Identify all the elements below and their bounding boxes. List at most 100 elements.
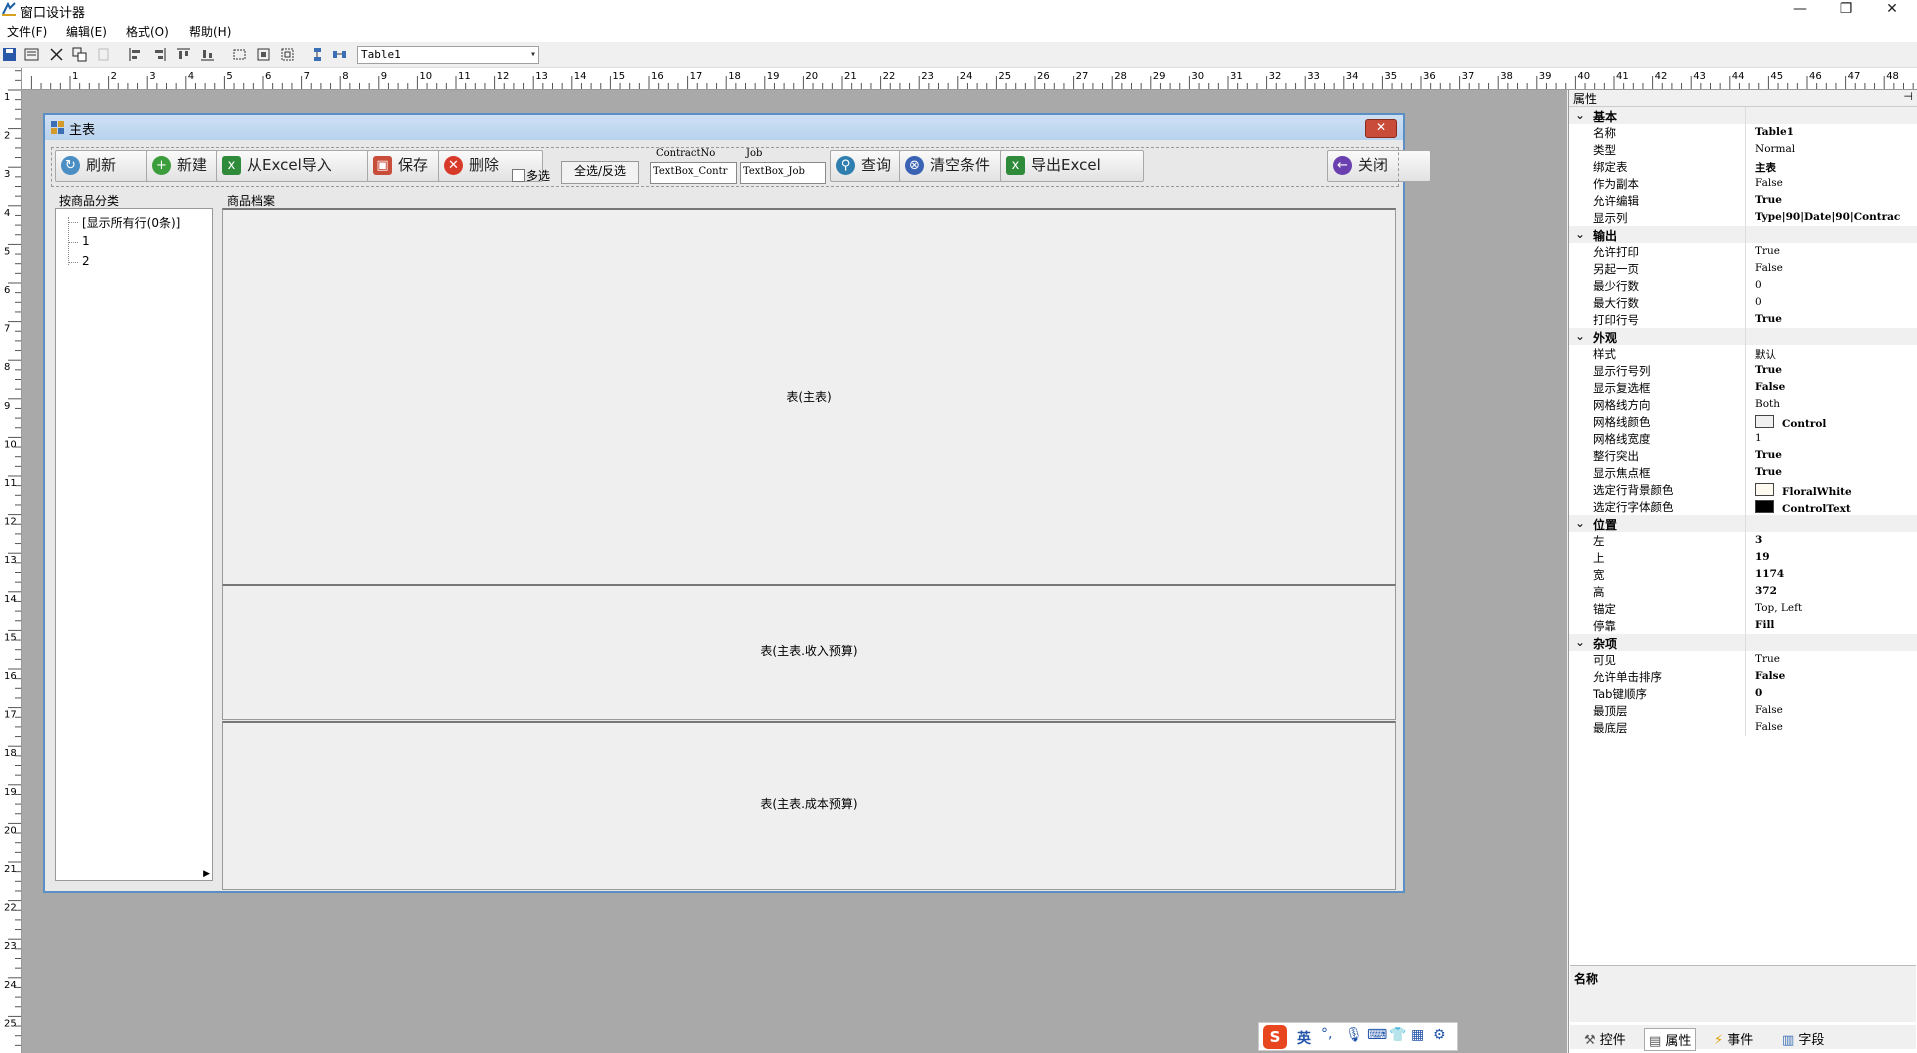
property-value[interactable]: Type|90|Date|90|Contrac <box>1755 211 1900 223</box>
close-window-button[interactable]: ✕ <box>1869 0 1915 20</box>
property-row[interactable]: 作为副本 False <box>1569 175 1917 192</box>
property-row[interactable]: 选定行背景颜色 FloralWhite <box>1569 481 1917 498</box>
property-value[interactable]: Both <box>1755 398 1780 410</box>
property-value[interactable]: False <box>1755 177 1783 189</box>
property-value[interactable]: 0 <box>1755 279 1762 291</box>
property-value[interactable]: False <box>1755 381 1785 393</box>
property-value[interactable]: 默认 <box>1755 347 1776 362</box>
property-row[interactable]: 允许单击排序 False <box>1569 668 1917 685</box>
form-close-button[interactable]: ✕ <box>1365 119 1397 138</box>
pin-icon[interactable]: ⊣ <box>1903 90 1913 103</box>
minimize-button[interactable]: — <box>1777 0 1823 20</box>
property-value[interactable]: 主表 <box>1755 160 1776 175</box>
tree-item-1[interactable]: 1 <box>82 234 90 248</box>
paste-icon[interactable] <box>96 47 111 62</box>
property-row[interactable]: 显示复选框 False <box>1569 379 1917 396</box>
menu-help[interactable]: 帮助(H) <box>189 23 231 40</box>
property-value[interactable]: Table1 <box>1755 126 1794 138</box>
property-row[interactable]: 最底层 False <box>1569 719 1917 736</box>
microphone-icon[interactable]: 🎙 <box>1345 1027 1363 1043</box>
designed-form[interactable]: 主表 ✕ ↻ 刷新 + 新建 x 从Excel导入 ▣ 保存 ✕ 删除 多选 全选/反选 … <box>43 113 1431 893</box>
same-size-icon[interactable] <box>280 47 295 62</box>
tab-fields[interactable]: ▥ 字段 <box>1778 1028 1828 1049</box>
horizontal-spacing-icon[interactable] <box>332 47 347 62</box>
sogou-logo-icon[interactable]: S <box>1263 1025 1287 1049</box>
property-row[interactable]: Tab键顺序 0 <box>1569 685 1917 702</box>
property-value[interactable]: 19 <box>1755 551 1770 563</box>
property-value[interactable]: Control <box>1755 415 1826 430</box>
property-value[interactable]: 3 <box>1755 534 1762 546</box>
property-value[interactable]: True <box>1755 364 1782 376</box>
property-value[interactable]: 1 <box>1755 432 1762 444</box>
align-bottom-icon[interactable] <box>200 47 215 62</box>
property-row[interactable]: 绑定表 主表 <box>1569 158 1917 175</box>
property-value[interactable]: 1174 <box>1755 568 1784 580</box>
tab-properties[interactable]: ▤ 属性 <box>1644 1028 1697 1051</box>
property-category[interactable]: ⌄ 杂项 <box>1569 634 1917 651</box>
property-row[interactable]: 左3 <box>1569 532 1917 549</box>
property-row[interactable]: 显示焦点框 True <box>1569 464 1917 481</box>
property-value[interactable]: 372 <box>1755 585 1777 597</box>
property-value[interactable]: True <box>1755 449 1782 461</box>
property-row[interactable]: 样式 默认 <box>1569 345 1917 362</box>
income-budget-table[interactable]: 表(主表.收入预算) <box>222 584 1396 720</box>
property-row[interactable]: 可见 True <box>1569 651 1917 668</box>
property-row[interactable]: 允许打印 True <box>1569 243 1917 260</box>
property-row[interactable]: 上 19 <box>1569 549 1917 566</box>
cost-budget-table[interactable]: 表(主表.成本预算) <box>222 721 1396 890</box>
tree-item-all[interactable]: [显示所有行(0条)] <box>82 214 180 231</box>
property-row[interactable]: 另起一页 False <box>1569 260 1917 277</box>
property-row[interactable]: 最少行数 0 <box>1569 277 1917 294</box>
property-row[interactable]: 选定行字体颜色 ControlText <box>1569 498 1917 515</box>
property-row[interactable]: 名称 Table1 <box>1569 124 1917 141</box>
property-value[interactable]: False <box>1755 704 1783 716</box>
property-row[interactable]: 网格线宽度 1 <box>1569 430 1917 447</box>
property-value[interactable]: Normal <box>1755 143 1795 155</box>
property-row[interactable]: 允许编辑 True <box>1569 192 1917 209</box>
property-value[interactable]: Fill <box>1755 619 1774 631</box>
apps-icon[interactable]: ▦ <box>1411 1027 1424 1043</box>
restore-button[interactable]: ❐ <box>1823 0 1869 20</box>
property-row[interactable]: 类型 Normal <box>1569 141 1917 158</box>
form-title-bar[interactable]: 主表 ✕ <box>45 115 1403 140</box>
property-category[interactable]: ⌄ 输出 <box>1569 226 1917 243</box>
property-row[interactable]: 锚定 Top, Left <box>1569 600 1917 617</box>
property-value[interactable]: False <box>1755 721 1783 733</box>
property-category[interactable]: ⌄ 位置 <box>1569 515 1917 532</box>
tab-events[interactable]: ⚡ 事件 <box>1710 1028 1757 1049</box>
property-value[interactable]: False <box>1755 262 1783 274</box>
property-row[interactable]: 网格线颜色 Control <box>1569 413 1917 430</box>
property-row[interactable]: 显示行号列 True <box>1569 362 1917 379</box>
property-value[interactable]: True <box>1755 245 1780 257</box>
property-value[interactable]: False <box>1755 670 1785 682</box>
property-row[interactable]: 最顶层 False <box>1569 702 1917 719</box>
property-value[interactable]: FloralWhite <box>1755 483 1852 498</box>
property-value[interactable]: 0 <box>1755 296 1762 308</box>
settings-icon[interactable]: ⚙ <box>1433 1027 1446 1043</box>
property-value[interactable]: True <box>1755 653 1780 665</box>
property-row[interactable]: 停靠 Fill <box>1569 617 1917 634</box>
same-width-icon[interactable] <box>232 47 247 62</box>
property-value[interactable]: Top, Left <box>1755 602 1802 614</box>
property-value[interactable]: True <box>1755 313 1782 325</box>
keyboard-icon[interactable]: ⌨ <box>1367 1027 1387 1043</box>
align-right-icon[interactable] <box>152 47 167 62</box>
property-category[interactable]: ⌄ 基本 <box>1569 107 1917 124</box>
menu-format[interactable]: 格式(O) <box>126 23 169 40</box>
property-row[interactable]: 整行突出 True <box>1569 447 1917 464</box>
table-select[interactable]: Table1 ▾ <box>357 46 539 64</box>
skin-icon[interactable]: 👕 <box>1389 1027 1406 1043</box>
align-top-icon[interactable] <box>176 47 191 62</box>
save-icon[interactable] <box>2 47 17 62</box>
property-row[interactable]: 网格线方向 Both <box>1569 396 1917 413</box>
tree-item-2[interactable]: 2 <box>82 254 90 268</box>
ime-language-toggle[interactable]: 英 <box>1297 1028 1311 1048</box>
menu-edit[interactable]: 编辑(E) <box>66 23 107 40</box>
property-category[interactable]: ⌄ 外观 <box>1569 328 1917 345</box>
copy-icon[interactable] <box>72 47 87 62</box>
property-row[interactable]: 打印行号 True <box>1569 311 1917 328</box>
properties-icon[interactable] <box>24 47 39 62</box>
property-row[interactable]: 宽 1174 <box>1569 566 1917 583</box>
main-table[interactable]: 表(主表) <box>222 208 1396 585</box>
property-row[interactable]: 最大行数 0 <box>1569 294 1917 311</box>
